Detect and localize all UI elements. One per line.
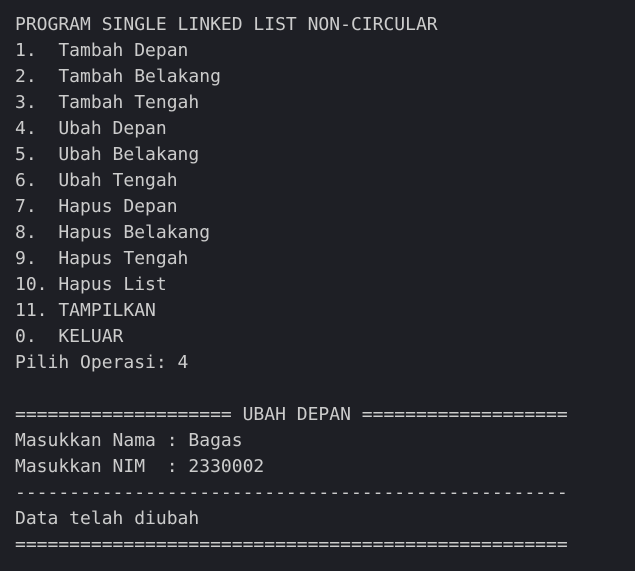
menu-option-ubah-tengah: 6. Ubah Tengah	[15, 170, 178, 191]
menu-option-tambah-belakang: 2. Tambah Belakang	[15, 66, 221, 87]
operation-prompt: Pilih Operasi: 4	[15, 352, 189, 373]
menu-option-ubah-depan: 4. Ubah Depan	[15, 118, 167, 139]
menu-option-ubah-belakang: 5. Ubah Belakang	[15, 144, 200, 165]
menu-option-hapus-list: 10. Hapus List	[15, 274, 167, 295]
menu-option-tampilkan: 11. TAMPILKAN	[15, 300, 156, 321]
nim-input-line: Masukkan NIM : 2330002	[15, 456, 265, 477]
menu-option-tambah-tengah: 3. Tambah Tengah	[15, 92, 200, 113]
menu-option-keluar: 0. KELUAR	[15, 326, 124, 347]
menu-option-hapus-depan: 7. Hapus Depan	[15, 196, 178, 217]
menu-option-hapus-belakang: 8. Hapus Belakang	[15, 222, 211, 243]
separator-equals: ========================================…	[15, 534, 568, 555]
separator-dashes: ----------------------------------------…	[15, 482, 568, 503]
menu-option-tambah-depan: 1. Tambah Depan	[15, 40, 189, 61]
name-input-line: Masukkan Nama : Bagas	[15, 430, 243, 451]
terminal-output: PROGRAM SINGLE LINKED LIST NON-CIRCULAR …	[0, 0, 635, 571]
program-title: PROGRAM SINGLE LINKED LIST NON-CIRCULAR	[15, 14, 438, 35]
status-message: Data telah diubah	[15, 508, 200, 529]
section-header-ubah-depan: ==================== UBAH DEPAN ========…	[15, 404, 568, 425]
menu-option-hapus-tengah: 9. Hapus Tengah	[15, 248, 189, 269]
